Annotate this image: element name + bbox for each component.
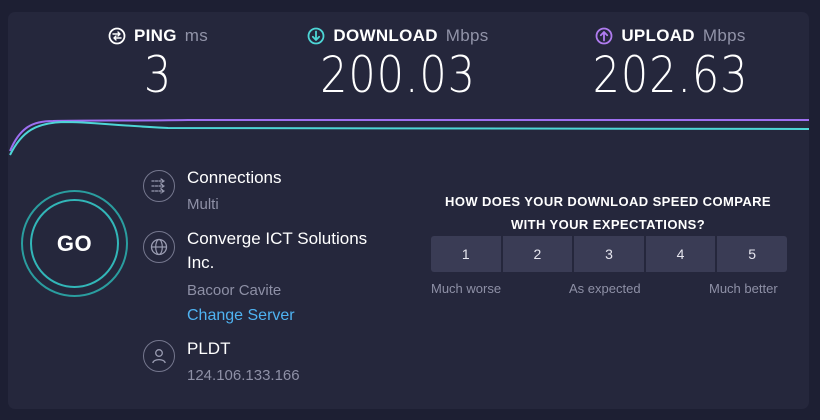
rating-5-button[interactable]: 5: [717, 236, 787, 272]
upload-unit: Mbps: [702, 26, 746, 45]
server-name-line2: Inc.: [187, 253, 215, 272]
arrow-up-circle-icon: [595, 27, 613, 45]
download-label: DOWNLOAD: [333, 26, 438, 45]
download-header: DOWNLOAD Mbps: [293, 26, 503, 46]
upload-speed-line: [9, 119, 809, 152]
connections-value: Multi: [187, 196, 219, 213]
provider-name: PLDT: [187, 339, 231, 358]
rating-low-label: Much worse: [431, 281, 502, 296]
feedback-question-line1: HOW DOES YOUR DOWNLOAD SPEED COMPARE: [445, 194, 771, 209]
rating-1-button[interactable]: 1: [431, 236, 501, 272]
download-metric: DOWNLOAD Mbps 200.03: [293, 26, 503, 104]
ping-unit: ms: [184, 26, 209, 45]
ping-value: 3: [143, 46, 173, 104]
provider-ip: 124.106.133.166: [187, 367, 300, 384]
results-panel: PING ms 3 DOWNLOAD Mbps 200.03 UPLOAD Mb…: [8, 12, 809, 409]
server-name-line1: Converge ICT Solutions: [187, 229, 368, 248]
globe-icon: [143, 231, 175, 263]
go-button-ring: GO: [21, 190, 128, 297]
upload-metric: UPLOAD Mbps 202.63: [568, 26, 773, 104]
change-server-link[interactable]: Change Server: [187, 307, 295, 325]
server-location: Bacoor Cavite: [187, 282, 282, 299]
rating-scale: 1 2 3 4 5: [431, 236, 787, 272]
connections-arrows-icon: [143, 170, 175, 202]
rating-4-button[interactable]: 4: [645, 236, 716, 272]
feedback-question-line2: WITH YOUR EXPECTATIONS?: [510, 217, 706, 232]
speed-graph: [9, 119, 809, 156]
upload-header: UPLOAD Mbps: [568, 26, 773, 46]
go-button[interactable]: GO: [30, 199, 119, 288]
ping-gauge-icon: [108, 27, 126, 45]
download-unit: Mbps: [445, 26, 489, 45]
connections-title: Connections: [187, 168, 282, 187]
upload-value: 202.63: [592, 46, 749, 104]
rating-3-button[interactable]: 3: [574, 236, 644, 272]
ping-metric: PING ms 3: [103, 26, 213, 104]
feedback-question: HOW DOES YOUR DOWNLOAD SPEED COMPARE WIT…: [423, 190, 793, 236]
rating-mid-label: As expected: [569, 281, 641, 296]
download-speed-line: [9, 120, 809, 156]
ping-label: PING: [133, 26, 177, 45]
rating-high-label: Much better: [709, 281, 778, 296]
download-value: 200.03: [320, 46, 476, 104]
rating-2-button[interactable]: 2: [502, 236, 573, 272]
ping-header: PING ms: [103, 26, 213, 46]
user-icon: [143, 340, 175, 372]
server-name: Converge ICT Solutions Inc.: [187, 227, 367, 275]
upload-label: UPLOAD: [621, 26, 695, 45]
arrow-down-circle-icon: [307, 27, 325, 45]
